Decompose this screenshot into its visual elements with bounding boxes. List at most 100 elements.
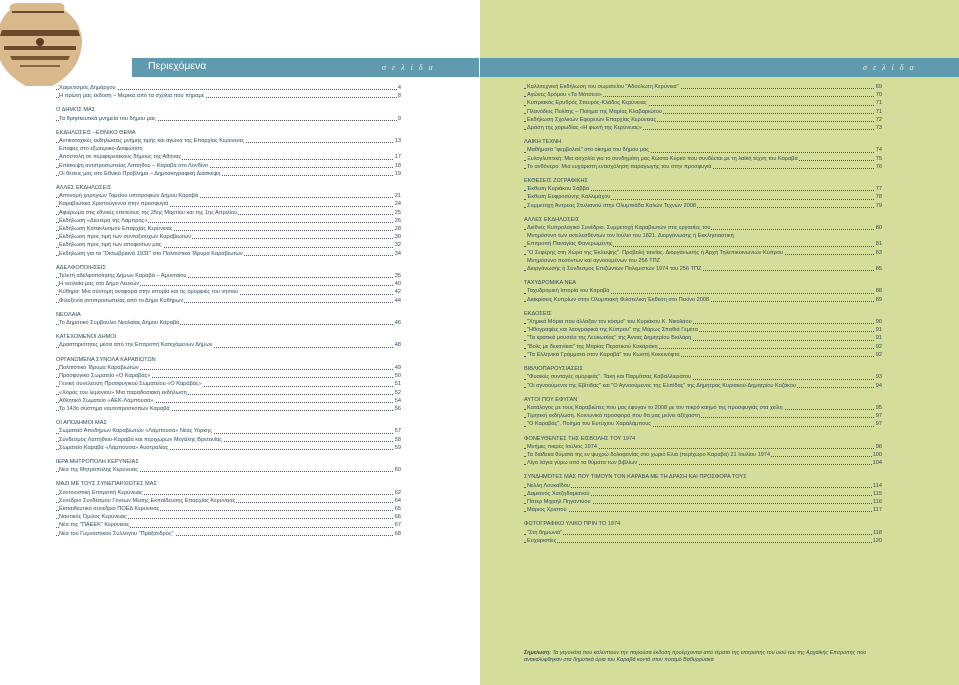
toc-entry-label: Ναυτικός Όμιλος Κερύνειας: [59, 513, 128, 522]
toc-entry[interactable]: Έκθεση Ευφροσύνης Καλλιμάχου 78: [524, 193, 882, 202]
toc-entry[interactable]: Νέα του Γυμναστικού Συλλόγου "Πράξανδρος…: [56, 529, 401, 538]
toc-entry[interactable]: Συμμετοχή Άντρεας Στυλιανού στην Ολυμπιά…: [524, 201, 882, 210]
toc-entry-page: 114: [872, 481, 882, 490]
toc-entry[interactable]: Δραστηριότητες μέσα από την Επιτροπή Κατ…: [56, 341, 401, 350]
toc-entry[interactable]: Καραβιώτικα Χριστούγεννα στην προσφυγιά 2…: [56, 200, 401, 209]
left-page: Περιεχόμενα σ ε λ ί δ α Χαιρετισμός Δημά…: [0, 0, 479, 685]
toc-entry-label: Πάτερ Μιχαήλ Πηγαντύου: [527, 497, 592, 507]
toc-entry[interactable]: Σωματείο Καραβά «Λάμπουσα» Αυστραλίας 59: [56, 443, 401, 452]
toc-entry[interactable]: Σωματείο Αποδήμων Καραβιωτών «Λάμπουσα» …: [56, 427, 401, 436]
toc-entry[interactable]: Εκδήλωση Σχολικών Εφορειών Επαρχίας Κερύ…: [524, 115, 882, 125]
toc-entry[interactable]: Ναυτικός Όμιλος Κερύνειας 66: [56, 513, 401, 522]
toc-entry-label: Το ανθόνερο: Μια ευχάριστη ενασχόληση πα…: [527, 162, 713, 172]
toc-entry[interactable]: Εκδήλωση Κατακλυσμού Επαρχίας Κερύνειας 2…: [56, 225, 401, 234]
toc-entry-label: Η νεολαία μας στο Δήμο Λευκών: [59, 280, 141, 289]
toc-entry[interactable]: Επίσκεψη αντιπροσωπείας Λαπήθου – Καραβά…: [56, 161, 401, 170]
toc-entry[interactable]: Αθλητικό Σωματείο «ΑΕΚ-Λάμπουσα» 54: [56, 396, 401, 405]
toc-entry[interactable]: "Βολς με δεκανίκια" της Μαρίας Περατικού…: [524, 342, 882, 351]
toc-entry[interactable]: Εκδήλωση «Δευτέρα της Λαμπρής» 26: [56, 216, 401, 226]
toc-entry[interactable]: "Φυσικές συνταγές ομορφιάς". Τάκη και Πα…: [524, 373, 882, 382]
toc-entry[interactable]: Σύνδεσμος Λαπηθιου-Καραβά και περιχώρων …: [56, 435, 401, 444]
toc-entry[interactable]: Συνέδριο Συνδέσμου Γονέων Μέσης Εκπαίδευ…: [56, 496, 401, 505]
toc-entry[interactable]: "Χημικά Μόρια που άλλαξαν τον κόσμο" του…: [524, 318, 882, 327]
page-title: Περιεχόμενα: [148, 60, 207, 72]
toc-entry[interactable]: Μάριος Χριστού 117: [524, 506, 882, 515]
toc-entry[interactable]: Η πρώτη μας έκδοση – Μερικά από τα σχόλι…: [56, 92, 401, 101]
toc-entry[interactable]: Εκδήλωση προς τιμή των αποφοίτων μας 32: [56, 241, 401, 250]
toc-entry[interactable]: "Τα Ελληνικά Γράμματα στον Καραβά" του Κ…: [524, 350, 882, 360]
toc-entry[interactable]: Αφιέρωμα στις εθνικές επετείους της 25ης…: [56, 208, 401, 217]
toc-entry[interactable]: Ξυλογλυπτική: Μια ασχολία για το συνδημό…: [524, 154, 882, 163]
toc-entry[interactable]: Διεθνές Κυπρολογικό Συνέδριο. Συμμετοχή …: [524, 224, 882, 233]
toc-entry[interactable]: Εκδήλωση για τα "Οκτωβριανά 1931" στο Πο…: [56, 249, 401, 258]
toc-entry[interactable]: «Χορός του λεμονιού» Μια παραδοσιακή εκδ…: [56, 388, 401, 397]
toc-entry[interactable]: Επιτροπή Παναγίας Φανερωμένης 81: [524, 240, 882, 249]
toc-entry-page: 50: [393, 372, 401, 381]
toc-entry-label: Αντικατοχικές εκδηλώσεις μνήμης τιμής κα…: [59, 137, 246, 146]
toc-entry[interactable]: Κυπριακός Ερυθρός Σταυρός-Κλάδος Κερύνει…: [524, 99, 882, 108]
toc-entry[interactable]: Ταχυδρομική Ιστορία του Καραβά 88: [524, 287, 882, 296]
toc-entry-label: "Ο Καραβάς". Ποίημα του Ευτύχιου Χαραλάμ…: [527, 420, 652, 429]
toc-entry-page: 97: [874, 412, 882, 421]
toc-entry[interactable]: Καλλιτεχνική Εκδήλωση του σωματείου "Αδο…: [524, 83, 882, 92]
toc-entry[interactable]: Λίγα λόγια γύρω από τα θύματα των βιβλίω…: [524, 459, 882, 468]
toc-entry[interactable]: Νέλλη Λουκαΐδου 114: [524, 481, 882, 490]
toc-entry[interactable]: Δράση της χορωδίας «Η φωνή της Κερύνειας…: [524, 124, 882, 133]
toc-entry[interactable]: "Ηθογραφίες και λαογραφικά της Κύπρου" τ…: [524, 326, 882, 335]
toc-entry[interactable]: Το Δημοτικό Συμβούλιο Νεολαίας Δήμου Καρ…: [56, 319, 401, 328]
toc-entry[interactable]: Πάτερ Μιχαήλ Πηγαντύου 116: [524, 497, 882, 507]
toc-entry[interactable]: Κύθηρα: Μια σύντομη αναφορά στην ιστορία…: [56, 288, 401, 297]
toc-entry[interactable]: Φιλοξενία αντιπροσωπείας από το Δήμο Κυθ…: [56, 296, 401, 305]
toc-entry[interactable]: Πολιτιστικό Ίδρυμα Καραβιωτών 49: [56, 363, 401, 373]
toc-entry-page: 118: [872, 528, 882, 537]
toc-entry[interactable]: "Ο Καραβάς". Ποίημα του Ευτύχιου Χαραλάμ…: [524, 420, 882, 429]
toc-entry[interactable]: "Τα κρατικά μουσεία της Λευκωσίας" της Ά…: [524, 334, 882, 343]
toc-entry[interactable]: Αποστολή σε περιφερειακούς δήμους της Αθ…: [56, 153, 401, 162]
toc-entry[interactable]: Έκθεση Κυριάκου Σάββα 77: [524, 185, 882, 194]
toc-entry[interactable]: Διοργάνωσής ή Σύνδεσμος Επιζώντων Πολεμι…: [524, 265, 882, 274]
toc-entry[interactable]: Χαιρετισμός Δημάρχου 4: [56, 84, 401, 93]
toc-entry[interactable]: "Ο Σεφέρης στη Χώρα της Έκλειψης". Προβο…: [524, 248, 882, 257]
toc-entry[interactable]: Μνημόσυνο πεσόντων και αγνοουμένων του 2…: [524, 256, 882, 266]
toc-entry[interactable]: Το ανθόνερο: Μια ευχάριστη ενασχόληση πα…: [524, 162, 882, 172]
toc-entry[interactable]: Τελετή αδελφοποίησης Δήμων Καραβά – Αμυν…: [56, 272, 401, 281]
toc-entry[interactable]: Ευχαριστίες 120: [524, 536, 882, 545]
toc-entry-label: Εκδήλωση προς τιμή των συνταξιούχων Καρα…: [59, 233, 192, 242]
toc-entry-page: 83: [874, 248, 882, 257]
toc-entry-label: Νέλλη Λουκαΐδου: [527, 481, 571, 490]
toc-entry[interactable]: Μαθήματα "φερβολιτέ" στο οίκημα του δήμο…: [524, 146, 882, 155]
toc-entry[interactable]: Τα διάδεκα θύματα της εν ψυχρώ δολοφονία…: [524, 450, 882, 460]
toc-entry[interactable]: Τα θρησκευτικά μνημεία του δήμου μας 9: [56, 114, 401, 123]
toc-entry[interactable]: Η νεολαία μας στο Δήμο Λευκών 40: [56, 280, 401, 289]
toc-entry[interactable]: Εκπαιδευτικό συνέδριο ΠΟΕΔ Κερύνειας 65: [56, 504, 401, 514]
toc-entry[interactable]: Αγώνες δρόμου «Τα Μάτσεια» 70: [524, 91, 882, 100]
toc-entry[interactable]: Μνημόσυνο των εκτελεσθέντων τον Ιούλιο τ…: [524, 232, 882, 241]
toc-entry[interactable]: Το 143ο σύστημα ναυτοπροσκόπων Καραβά 56: [56, 404, 401, 414]
toc-entry[interactable]: Κατάλογος με τους Καραβιώτες που μας έφυ…: [524, 403, 882, 413]
toc-section: ΟΙ ΑΠΟΔΗΜΟΙ ΜΑΣ Σωματείο Αποδήμων Καραβιω…: [56, 419, 401, 452]
toc-entry[interactable]: Οι θέσεις μας στο Εθνικό Πρόβλημα – Δημο…: [56, 169, 401, 179]
toc-entry[interactable]: Γενική συνέλευση Προσφυγικού Σωματείου «…: [56, 380, 401, 389]
toc-entry[interactable]: Τιμητική εκδήλωση. Κοινωνικά προσφορά πο…: [524, 412, 882, 421]
toc-entry[interactable]: Νέα της Μητρόπολης Κερύνειας 60: [56, 466, 401, 475]
toc-entry[interactable]: Συντονιστική Επιτροπή Κερύνειας 62: [56, 488, 401, 497]
toc-entry[interactable]: Διακρίσεις Κυπρίων στην Ολυμπιακή Φιλοτε…: [524, 295, 882, 304]
toc-entry[interactable]: Εκδήλωση προς τιμή των συνταξιούχων Καρα…: [56, 233, 401, 242]
toc-entry[interactable]: Επαφές στο εξωτερικό-Διαφώτιση: [56, 145, 401, 154]
toc-entry-page: 73: [874, 124, 882, 133]
toc-entry[interactable]: Δαμιανός Χατζηδαμιανού 115: [524, 489, 882, 498]
toc-entry-label: Εκδήλωση για τα "Οκτωβριανά 1931" στο Πο…: [59, 249, 244, 258]
toc-entry[interactable]: "Οι αγνοούμενοι της Εβίτιδας" και "Ο Αγν…: [524, 381, 882, 390]
toc-entry-page: 48: [393, 341, 401, 350]
toc-entry-page: 68: [393, 529, 401, 538]
toc-entry[interactable]: Νέα της "ΠΑΕΕΚ" Κερύνειας 67: [56, 521, 401, 530]
toc-entry[interactable]: Απονομή χορηγιών Ταμείου υποτροφιών Δήμο…: [56, 192, 401, 201]
toc-entry[interactable]: Αντικατοχικές εκδηλώσεις μνήμης τιμής κα…: [56, 137, 401, 146]
toc-entry[interactable]: "Στη θημωνιά" 118: [524, 528, 882, 537]
toc-entry[interactable]: Προσφυγικό Σωματείο «Ο Καραβάς» 50: [56, 372, 401, 381]
toc-entry[interactable]: Μνήμες πικρές Ιούλιος 1974 98: [524, 442, 882, 451]
toc-entry-label: Μαθήματα "φερβολιτέ" στο οίκημα του δήμο…: [527, 146, 650, 155]
toc-entry[interactable]: Πλανόδιος Πολίτης – Ποίημα της Μαρίας Κλ…: [524, 107, 882, 116]
toc-entry-page: 95: [874, 403, 882, 413]
toc-section: Καλλιτεχνική Εκδήλωση του σωματείου "Αδο…: [524, 83, 882, 133]
